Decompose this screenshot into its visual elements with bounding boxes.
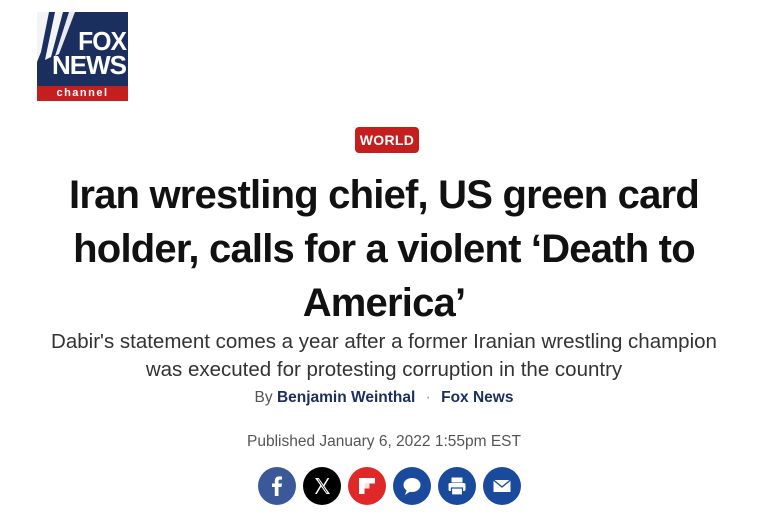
x-twitter-icon <box>303 467 341 505</box>
facebook-share-button[interactable] <box>258 467 296 505</box>
logo-news-text: NEWS <box>52 50 127 80</box>
byline: By Benjamin Weinthal · Fox News <box>0 388 768 408</box>
published-date: Published January 6, 2022 1:55pm EST <box>246 433 521 450</box>
x-share-button[interactable] <box>303 467 341 505</box>
author-link[interactable]: Benjamin Weinthal <box>277 389 415 406</box>
logo-channel-text: channel <box>37 86 128 101</box>
byline-separator: · <box>425 389 431 406</box>
byline-prefix: By <box>254 389 273 406</box>
flipboard-icon <box>348 467 386 505</box>
email-share-button[interactable] <box>483 467 521 505</box>
email-icon <box>483 467 521 505</box>
article-subheadline: Dabir's statement comes a year after a f… <box>51 330 717 381</box>
fox-news-logo[interactable]: FOX NEWS channel <box>37 12 128 101</box>
comments-icon <box>393 467 431 505</box>
print-icon <box>438 467 476 505</box>
outlet-link[interactable]: Fox News <box>441 389 513 406</box>
flipboard-share-button[interactable] <box>348 467 386 505</box>
category-badge[interactable]: WORLD <box>355 127 419 153</box>
facebook-icon <box>258 467 296 505</box>
article-headline: Iran wrestling chief, US green card hold… <box>69 173 700 325</box>
comments-button[interactable] <box>393 467 431 505</box>
share-bar <box>258 467 521 507</box>
print-button[interactable] <box>438 467 476 505</box>
